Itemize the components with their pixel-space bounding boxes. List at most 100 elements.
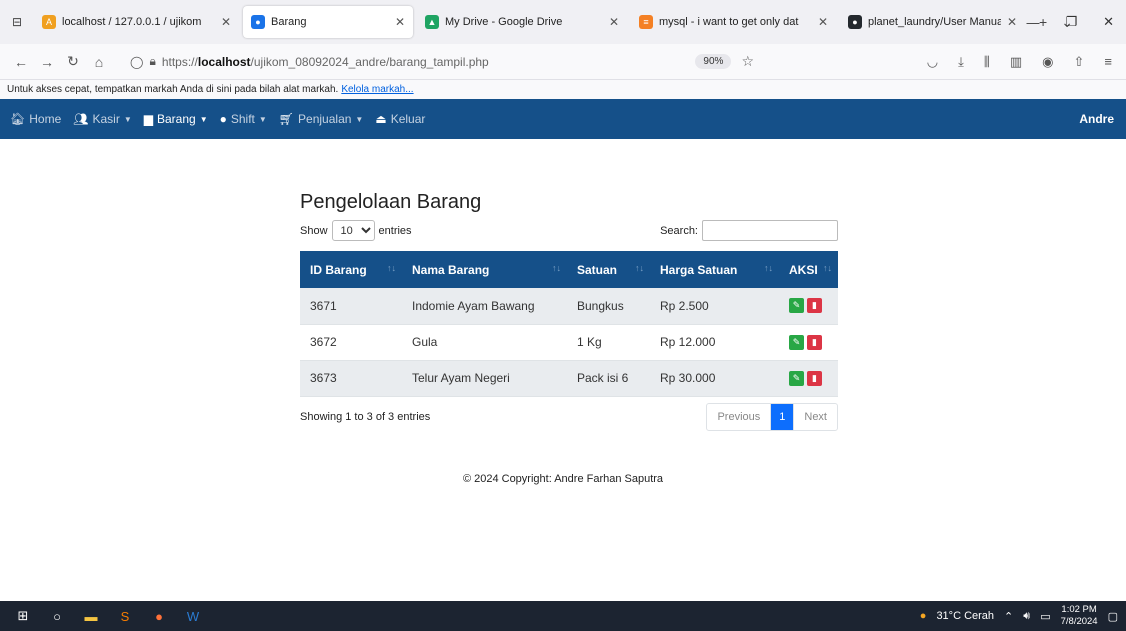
browser-tab-stackoverflow[interactable]: ≡ mysql - i want to get only dat ✕	[631, 6, 836, 38]
shield-icon: ◯	[130, 54, 144, 69]
page-content: Pengelolaan Barang Show 10 entries Searc…	[0, 139, 1126, 604]
col-harga-satuan[interactable]: Harga Satuan ↑↓	[650, 251, 779, 288]
previous-button[interactable]: Previous	[707, 403, 772, 430]
logout-icon: ⏏	[375, 112, 387, 126]
sort-icon: ↑↓	[387, 263, 396, 273]
table-row: 3672 Gula 1 Kg Rp 12.000 ✎ ▮	[300, 324, 838, 361]
close-icon[interactable]: ✕	[221, 15, 231, 29]
edit-icon[interactable]: ✎	[789, 334, 804, 350]
next-button[interactable]: Next	[794, 404, 837, 430]
browser-nav-bar: ← → ↻ ⌂ ◯ 🔒︎ https://localhost/ujikom_08…	[0, 44, 1126, 80]
edit-icon[interactable]: ✎	[789, 370, 804, 386]
sidebar-icon[interactable]: ▥	[1010, 54, 1022, 70]
users-icon: 👥︎	[73, 112, 89, 126]
word-icon[interactable]: W	[178, 601, 208, 631]
page-footer: © 2024 Copyright: Andre Farhan Saputra	[462, 473, 664, 485]
cell-nama: Indomie Ayam Bawang	[402, 288, 567, 325]
browser-tab-barang[interactable]: ● Barang ✕	[243, 6, 413, 38]
sort-icon: ↑↓	[635, 263, 644, 273]
bookmark-star-icon[interactable]: ☆	[741, 53, 754, 70]
cell-satuan: Bungkus	[567, 288, 650, 325]
nav-keluar-label: Keluar	[390, 112, 426, 126]
pocket-icon[interactable]: ◡	[927, 54, 938, 70]
caret-down-icon: ▼	[123, 114, 132, 124]
clock[interactable]: 1:02 PM 7/8/2024	[1061, 604, 1098, 628]
search-icon[interactable]: ○	[42, 601, 72, 631]
browser-tab-google-drive[interactable]: ▲ My Drive - Google Drive ✕	[417, 6, 627, 38]
browser-tab-github[interactable]: ● planet_laundry/User Manual ✕	[840, 6, 1025, 38]
close-window-icon[interactable]: ✕	[1103, 14, 1114, 30]
windows-start-icon[interactable]: ⊞	[8, 601, 38, 631]
manage-bookmarks-link[interactable]: Kelola markah...	[341, 84, 413, 95]
close-icon[interactable]: ✕	[609, 15, 619, 29]
home-icon[interactable]: ⌂	[86, 54, 112, 70]
os-taskbar: ⊞ ○ ▬ S ● W ● 31°C Cerah ⌃ 🔊︎ ▭ 1:02 PM …	[0, 601, 1126, 631]
tab-title: localhost / 127.0.0.1 / ujikom	[62, 16, 202, 28]
tab-list-icon[interactable]: ⊟	[6, 11, 28, 33]
page-title: Pengelolaan Barang	[300, 191, 482, 213]
minimize-icon[interactable]: —	[1026, 15, 1039, 30]
search-label: Search:	[660, 224, 698, 237]
cell-aksi: ✎ ▮	[779, 288, 838, 325]
sublime-text-icon[interactable]: S	[110, 601, 140, 631]
entries-select[interactable]: 10	[331, 220, 375, 241]
show-label: Show	[300, 224, 328, 237]
user-name[interactable]: Andre	[1079, 112, 1116, 126]
notifications-icon[interactable]: ▢	[1108, 610, 1118, 623]
nav-kasir[interactable]: 👥︎ Kasir ▼	[73, 112, 132, 126]
edit-icon[interactable]: ✎	[789, 298, 804, 314]
col-id-barang[interactable]: ID Barang ↑↓	[300, 251, 402, 288]
menu-icon[interactable]: ≡	[1104, 54, 1112, 70]
volume-icon[interactable]: 🔊︎	[1023, 610, 1030, 623]
barang-table: ID Barang ↑↓ Nama Barang ↑↓ Satuan ↑↓ Harga…	[300, 251, 838, 397]
forward-icon[interactable]: →	[34, 54, 60, 70]
download-icon[interactable]: ⤓	[958, 54, 964, 70]
close-icon[interactable]: ✕	[1007, 15, 1017, 29]
library-icon[interactable]: ⫼	[984, 54, 990, 70]
trash-icon[interactable]: ▮	[807, 334, 822, 350]
sort-icon: ↑↓	[552, 263, 561, 273]
cell-id: 3673	[300, 360, 402, 397]
system-tray: ● 31°C Cerah ⌃ 🔊︎ ▭ 1:02 PM 7/8/2024 ▢	[920, 604, 1118, 628]
cell-harga: Rp 30.000	[650, 360, 779, 397]
nav-home[interactable]: 🏠︎ Home	[10, 112, 61, 126]
share-icon[interactable]: ⇧	[1074, 54, 1085, 70]
browser-tab-phpmyadmin[interactable]: A localhost / 127.0.0.1 / ujikom ✕	[34, 6, 239, 38]
col-nama-barang[interactable]: Nama Barang ↑↓	[402, 251, 567, 288]
table-row: 3671 Indomie Ayam Bawang Bungkus Rp 2.50…	[300, 288, 838, 325]
bookmark-hint: Untuk akses cepat, tempatkan markah Anda…	[7, 84, 339, 95]
trash-icon[interactable]: ▮	[807, 298, 822, 314]
close-icon[interactable]: ✕	[818, 15, 828, 29]
col-satuan[interactable]: Satuan ↑↓	[567, 251, 650, 288]
chevron-up-icon[interactable]: ⌃	[1004, 610, 1013, 623]
account-icon[interactable]: ◉	[1042, 54, 1053, 70]
app-navbar: 🏠︎ Home 👥︎ Kasir ▼ ▆ Barang ▼ ● Shift ▼ …	[0, 99, 1126, 139]
nav-barang[interactable]: ▆ Barang ▼	[144, 112, 208, 126]
file-explorer-icon[interactable]: ▬	[76, 601, 106, 631]
zoom-badge[interactable]: 90%	[695, 54, 732, 69]
barang-panel: Pengelolaan Barang Show 10 entries Searc…	[300, 191, 838, 431]
google-drive-icon: ▲	[425, 15, 439, 29]
nav-shift[interactable]: ● Shift ▼	[220, 112, 267, 126]
back-icon[interactable]: ←	[8, 54, 34, 70]
trash-icon[interactable]: ▮	[807, 370, 822, 386]
cell-aksi: ✎ ▮	[779, 324, 838, 361]
url-bar[interactable]: ◯ 🔒︎ https://localhost/ujikom_08092024_a…	[122, 48, 762, 76]
bookmark-bar: Untuk akses cepat, tempatkan markah Anda…	[0, 80, 1126, 99]
clock-time: 1:02 PM	[1061, 604, 1097, 615]
nav-penjualan[interactable]: 🛒︎ Penjualan ▼	[279, 112, 364, 126]
sort-icon: ↑↓	[764, 263, 773, 273]
reload-icon[interactable]: ↻	[60, 53, 86, 70]
network-icon[interactable]: ▭	[1040, 610, 1050, 623]
close-icon[interactable]: ✕	[395, 15, 405, 29]
tab-title: planet_laundry/User Manual	[868, 16, 1001, 28]
nav-keluar[interactable]: ⏏ Keluar	[375, 112, 425, 126]
url-text: https://localhost/ujikom_08092024_andre/…	[161, 54, 489, 69]
weather-text[interactable]: 31°C Cerah	[936, 610, 994, 622]
page-1-button[interactable]: 1	[771, 403, 795, 430]
restore-icon[interactable]: ❐	[1065, 14, 1077, 30]
firefox-icon[interactable]: ●	[144, 601, 174, 631]
search-input[interactable]	[702, 220, 838, 241]
col-aksi[interactable]: AKSI ↑↓	[779, 251, 838, 288]
cell-aksi: ✎ ▮	[779, 360, 838, 397]
